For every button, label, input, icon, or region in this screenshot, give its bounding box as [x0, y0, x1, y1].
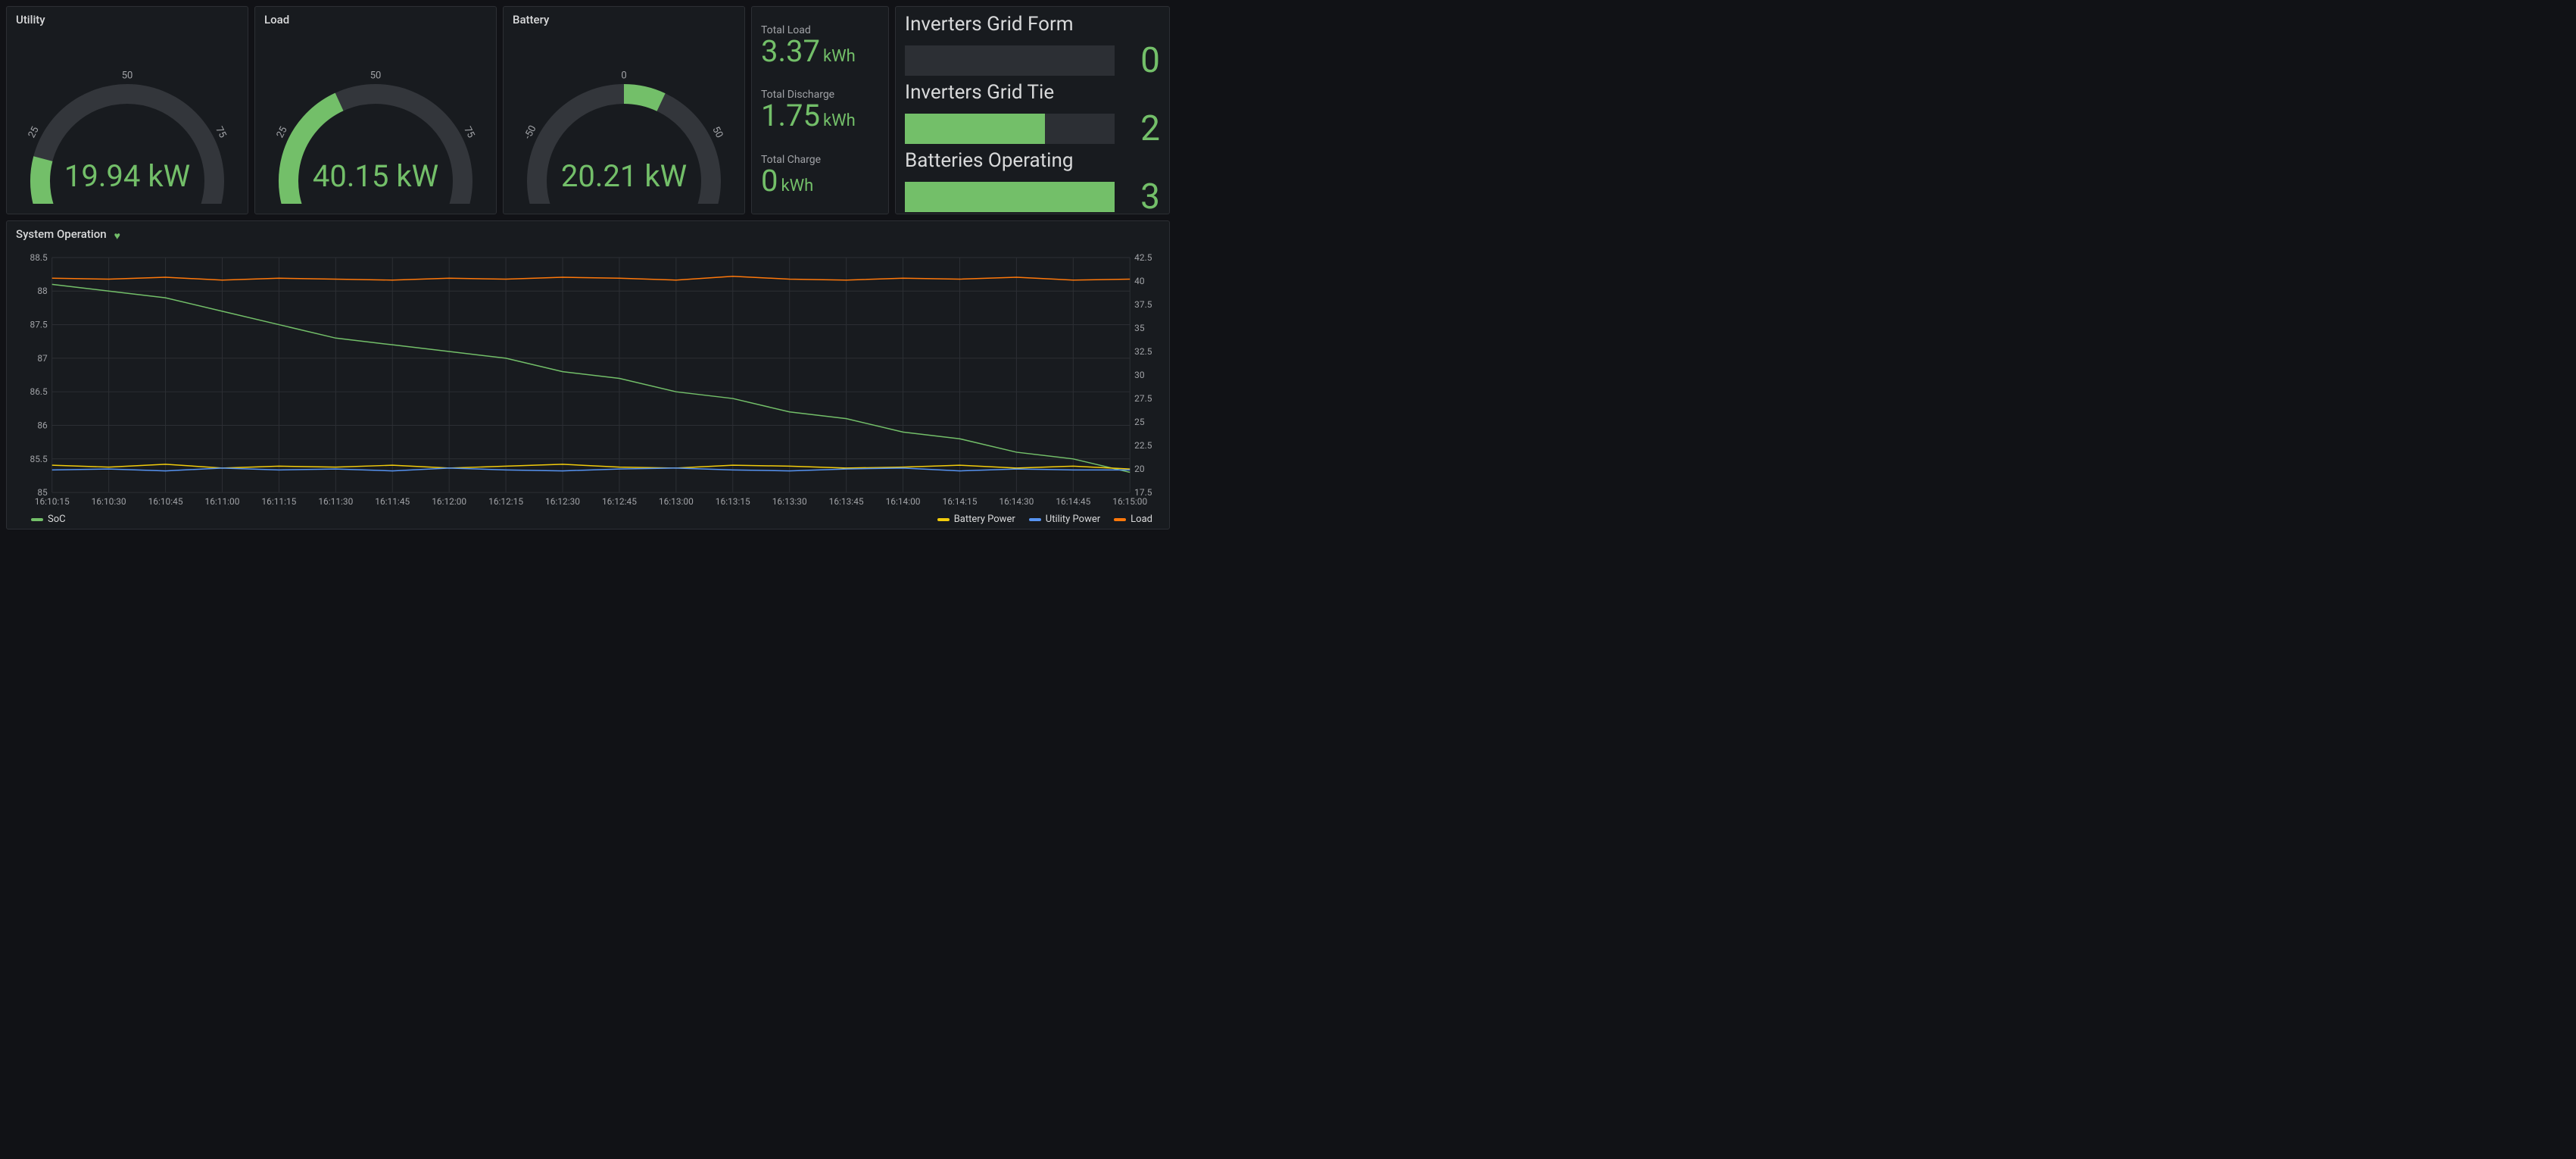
bar-block: Inverters Grid Tie 2 [905, 81, 1160, 149]
legend-swatch [937, 518, 950, 521]
svg-text:16:12:15: 16:12:15 [488, 496, 523, 507]
legend-item[interactable]: Battery Power [937, 514, 1015, 525]
chart-legend: SoC Battery Power Utility Power Load [16, 512, 1160, 525]
svg-text:16:13:15: 16:13:15 [716, 496, 750, 507]
svg-text:86.5: 86.5 [30, 386, 48, 397]
bar-value: 3 [1124, 177, 1160, 217]
svg-text:16:13:00: 16:13:00 [659, 496, 694, 507]
svg-text:30: 30 [1134, 370, 1145, 380]
svg-text:16:14:15: 16:14:15 [943, 496, 978, 507]
svg-text:86: 86 [37, 420, 48, 430]
stat-unit: kWh [781, 177, 813, 195]
svg-text:-50: -50 [522, 123, 539, 141]
svg-text:16:12:45: 16:12:45 [602, 496, 637, 507]
gauge-value: 19.94 kW [64, 158, 190, 194]
svg-text:87.5: 87.5 [30, 320, 48, 330]
gauge-value: 20.21 kW [561, 158, 687, 194]
gauge-title: Battery [513, 13, 735, 27]
bar-value: 0 [1124, 40, 1160, 81]
stat-unit: kWh [823, 111, 856, 130]
svg-text:50: 50 [709, 125, 725, 140]
stat-unit: kWh [823, 47, 856, 66]
stat-value: 0 [761, 163, 778, 198]
svg-text:16:11:30: 16:11:30 [318, 496, 353, 507]
svg-text:16:11:15: 16:11:15 [261, 496, 296, 507]
svg-text:37.5: 37.5 [1134, 299, 1152, 310]
chart-area[interactable]: 8585.58686.58787.58888.517.52022.52527.5… [16, 247, 1160, 512]
bar-label: Batteries Operating [905, 149, 1160, 172]
bar-block: Batteries Operating 3 [905, 149, 1160, 217]
svg-text:16:12:30: 16:12:30 [545, 496, 580, 507]
legend-label: Utility Power [1046, 514, 1100, 525]
gauge-title: Load [264, 13, 487, 27]
bar-block: Inverters Grid Form 0 [905, 13, 1160, 81]
svg-text:16:13:30: 16:13:30 [772, 496, 807, 507]
svg-text:16:12:00: 16:12:00 [432, 496, 466, 507]
gauge-panel-utility: Utility025507510019.94 kW [6, 6, 248, 214]
stat-value: 3.37 [761, 33, 820, 69]
stat-block: Total Charge0kWh [761, 152, 879, 198]
svg-text:85.5: 85.5 [30, 454, 48, 464]
gauge-value: 40.15 kW [313, 158, 438, 194]
legend-swatch [1114, 518, 1126, 521]
svg-text:75: 75 [461, 125, 476, 140]
chart-title: System Operation [16, 227, 107, 241]
stat-block: Total Load3.37kWh [761, 23, 879, 68]
svg-text:32.5: 32.5 [1134, 346, 1152, 357]
svg-text:25: 25 [275, 125, 290, 140]
bar-label: Inverters Grid Form [905, 13, 1160, 36]
svg-text:75: 75 [213, 125, 228, 140]
gauge-title: Utility [16, 13, 239, 27]
svg-text:16:14:30: 16:14:30 [999, 496, 1034, 507]
legend-label: SoC [48, 514, 66, 525]
svg-text:16:11:00: 16:11:00 [205, 496, 240, 507]
top-row: Utility025507510019.94 kWLoad02550751004… [6, 6, 1170, 214]
svg-text:22.5: 22.5 [1134, 440, 1152, 451]
bars-panel: Inverters Grid Form 0Inverters Grid Tie 2B… [895, 6, 1170, 214]
svg-text:16:11:45: 16:11:45 [375, 496, 410, 507]
svg-text:88.5: 88.5 [30, 252, 48, 263]
legend-label: Load [1131, 514, 1152, 525]
bar-track [905, 114, 1115, 144]
legend-label: Battery Power [954, 514, 1015, 525]
svg-text:0: 0 [621, 70, 626, 81]
svg-text:25: 25 [27, 125, 42, 140]
svg-text:16:14:00: 16:14:00 [886, 496, 921, 507]
bar-track [905, 45, 1115, 76]
system-operation-panel: System Operation ♥ 8585.58686.58787.5888… [6, 220, 1170, 530]
legend-item[interactable]: Utility Power [1029, 514, 1100, 525]
svg-text:27.5: 27.5 [1134, 393, 1152, 404]
svg-text:25: 25 [1134, 417, 1145, 427]
svg-text:16:13:45: 16:13:45 [829, 496, 864, 507]
stats-panel: Total Load3.37kWh Total Discharge1.75kWh T… [751, 6, 889, 214]
svg-text:16:14:45: 16:14:45 [1056, 496, 1090, 507]
stat-value: 1.75 [761, 98, 820, 133]
bar-value: 2 [1124, 108, 1160, 149]
svg-text:16:10:15: 16:10:15 [35, 496, 70, 507]
svg-text:40: 40 [1134, 276, 1145, 286]
stat-block: Total Discharge1.75kWh [761, 87, 879, 133]
svg-text:50: 50 [370, 70, 382, 81]
gauge-panel-battery: Battery-100-5005010020.21 kW [503, 6, 745, 214]
svg-text:88: 88 [37, 286, 48, 296]
legend-item[interactable]: Load [1114, 514, 1152, 525]
svg-text:16:15:00: 16:15:00 [1112, 496, 1147, 507]
svg-text:42.5: 42.5 [1134, 252, 1152, 263]
legend-item[interactable]: SoC [31, 514, 66, 525]
gauge-panel-load: Load025507510040.15 kW [254, 6, 497, 214]
legend-swatch [1029, 518, 1041, 521]
svg-text:20: 20 [1134, 464, 1145, 474]
svg-text:87: 87 [37, 353, 48, 364]
bar-label: Inverters Grid Tie [905, 81, 1160, 104]
svg-text:16:10:45: 16:10:45 [148, 496, 183, 507]
stat-label: Total Charge [761, 154, 879, 166]
legend-swatch [31, 518, 43, 521]
heart-icon: ♥ [114, 230, 120, 242]
svg-text:35: 35 [1134, 323, 1145, 333]
svg-text:16:10:30: 16:10:30 [92, 496, 126, 507]
svg-text:50: 50 [122, 70, 133, 81]
bar-track [905, 182, 1115, 212]
